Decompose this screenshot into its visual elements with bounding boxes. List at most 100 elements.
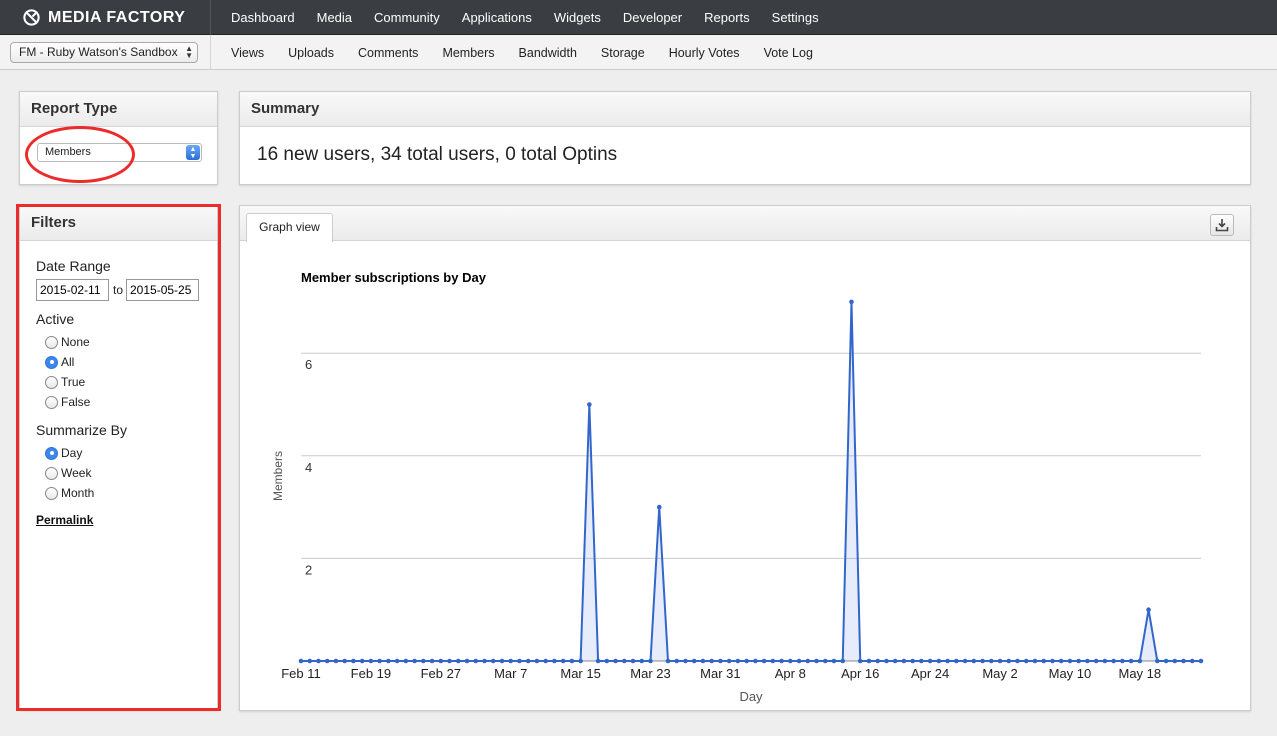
data-point	[429, 658, 435, 664]
radio-label: Day	[61, 446, 83, 460]
x-tick-label: Feb 27	[421, 666, 461, 681]
data-point	[569, 658, 575, 664]
active-radio-false[interactable]: False	[45, 395, 90, 409]
top-nav-item-settings[interactable]: Settings	[761, 10, 830, 25]
top-nav-item-reports[interactable]: Reports	[693, 10, 761, 25]
data-point	[1093, 658, 1099, 664]
radio-label: Week	[61, 466, 92, 480]
series-line	[301, 301, 1201, 662]
top-nav-item-widgets[interactable]: Widgets	[543, 10, 612, 25]
data-point	[726, 658, 732, 664]
x-tick-label: Mar 31	[700, 666, 740, 681]
radio-button[interactable]	[45, 395, 58, 409]
data-point	[377, 658, 382, 664]
data-point	[552, 658, 557, 664]
active-radio-all[interactable]: All	[45, 355, 74, 369]
date-from-input[interactable]	[36, 279, 109, 301]
data-point	[342, 658, 347, 664]
sub-nav-item-bandwidth[interactable]: Bandwidth	[507, 46, 589, 60]
graph-header: Graph view	[240, 206, 1250, 242]
data-point	[517, 658, 522, 664]
top-nav-item-applications[interactable]: Applications	[451, 10, 543, 25]
permalink-link[interactable]: Permalink	[36, 513, 93, 527]
data-point	[700, 658, 706, 664]
radio-button[interactable]	[45, 335, 58, 349]
top-nav-item-media[interactable]: Media	[306, 10, 363, 25]
data-point	[368, 658, 374, 664]
summarize-by-label: Summarize By	[36, 422, 128, 438]
data-point	[298, 658, 304, 664]
data-point	[534, 658, 540, 664]
data-point	[639, 658, 645, 664]
data-point	[525, 658, 531, 664]
data-point	[333, 658, 339, 664]
tab-graph-view[interactable]: Graph view	[246, 213, 333, 242]
data-point	[403, 658, 409, 664]
sub-nav-item-uploads[interactable]: Uploads	[276, 46, 346, 60]
data-point	[324, 658, 330, 664]
data-point	[1006, 658, 1012, 664]
data-point	[1137, 658, 1143, 664]
x-tick-label: May 10	[1049, 666, 1092, 681]
date-to-input[interactable]	[126, 279, 199, 301]
sub-nav-item-storage[interactable]: Storage	[589, 46, 657, 60]
data-point	[622, 658, 627, 664]
summarize-radio-day[interactable]: Day	[45, 446, 82, 460]
data-point	[613, 658, 618, 664]
x-tick-label: Apr 16	[841, 666, 879, 681]
data-point	[665, 658, 671, 664]
data-point	[1111, 658, 1116, 664]
data-point	[499, 658, 505, 664]
summarize-radio-month[interactable]: Month	[45, 486, 94, 500]
sub-nav-item-hourly-votes[interactable]: Hourly Votes	[657, 46, 752, 60]
top-nav-item-developer[interactable]: Developer	[612, 10, 693, 25]
download-button[interactable]	[1210, 214, 1234, 236]
radio-button[interactable]	[45, 375, 58, 389]
sandbox-select[interactable]: FM - Ruby Watson's Sandbox ▲ ▼	[10, 42, 198, 63]
data-point	[884, 658, 889, 664]
data-point	[490, 658, 496, 664]
x-tick-label: Feb 11	[281, 666, 321, 681]
data-point	[1102, 658, 1108, 664]
brand[interactable]: MEDIA FACTORY	[0, 0, 211, 35]
radio-button[interactable]	[45, 446, 58, 460]
download-icon	[1215, 219, 1229, 232]
data-point	[822, 658, 828, 664]
data-point	[482, 658, 487, 664]
sub-nav-item-views[interactable]: Views	[219, 46, 276, 60]
data-point	[709, 658, 714, 664]
data-point	[560, 658, 566, 664]
member-subscriptions-chart: Member subscriptions by Day 2 4 6 Feb 11 Fe…	[271, 270, 1204, 704]
report-type-select[interactable]: Members ▲ ▼	[37, 143, 202, 162]
data-point	[753, 658, 758, 664]
active-radio-true[interactable]: True	[45, 375, 85, 389]
data-point	[1023, 658, 1029, 664]
sub-nav-item-members[interactable]: Members	[430, 46, 506, 60]
y-tick-label: 2	[305, 562, 312, 577]
x-tick-label: May 18	[1119, 666, 1162, 681]
radio-button[interactable]	[45, 466, 58, 480]
radio-button[interactable]	[45, 355, 58, 369]
data-point	[587, 402, 592, 407]
sub-nav-item-comments[interactable]: Comments	[346, 46, 430, 60]
top-nav: Dashboard Media Community Applications Widge…	[220, 0, 830, 35]
radio-button[interactable]	[45, 486, 58, 500]
summarize-radio-week[interactable]: Week	[45, 466, 91, 480]
data-point	[447, 658, 452, 664]
data-point	[927, 658, 933, 664]
data-point	[316, 658, 321, 664]
top-nav-item-dashboard[interactable]: Dashboard	[220, 10, 306, 25]
top-nav-item-community[interactable]: Community	[363, 10, 451, 25]
filters-panel: Filters Date Range to Active None All True…	[19, 205, 218, 710]
select-arrows-icon: ▲ ▼	[186, 145, 200, 160]
data-point	[1120, 658, 1125, 664]
sub-nav-item-vote-log[interactable]: Vote Log	[752, 46, 825, 60]
date-range-label: Date Range	[36, 258, 111, 274]
active-radio-none[interactable]: None	[45, 335, 90, 349]
data-point	[1155, 658, 1160, 664]
active-label: Active	[36, 311, 75, 327]
data-point	[464, 658, 470, 664]
summary-title: Summary	[240, 92, 1250, 127]
x-tick-label: Apr 24	[911, 666, 949, 681]
data-point	[412, 658, 417, 664]
